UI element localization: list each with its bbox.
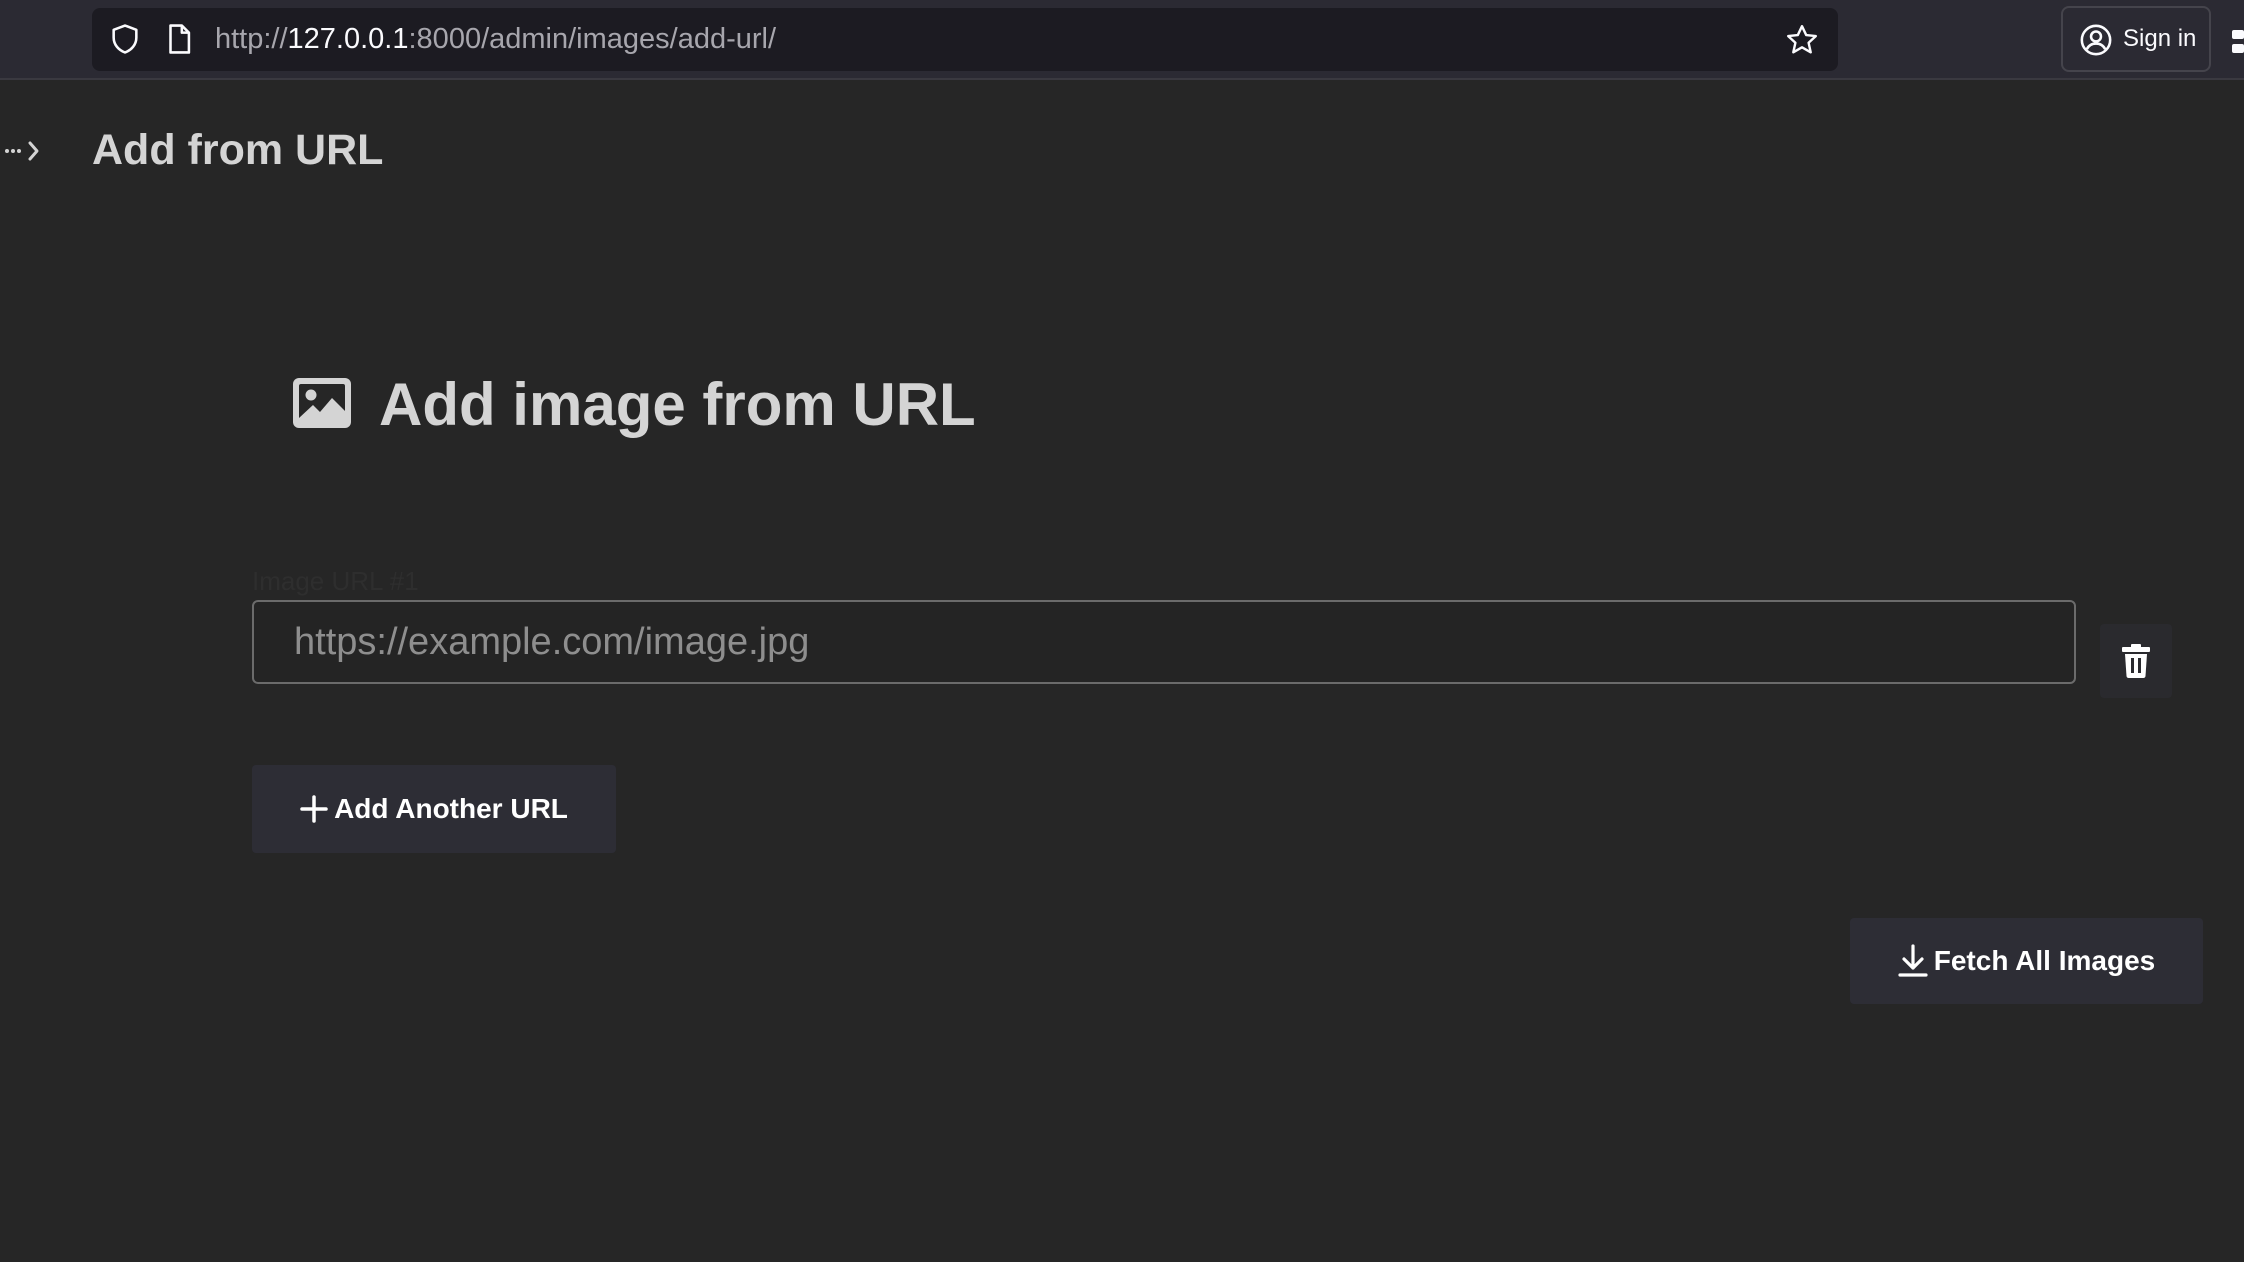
address-bar[interactable]: http://127.0.0.1:8000/admin/images/add-u… — [92, 8, 1838, 71]
delete-url-button[interactable] — [2100, 624, 2172, 698]
url-host: 127.0.0.1 — [287, 23, 409, 55]
overflow-icon[interactable] — [2232, 28, 2244, 56]
image-icon — [293, 378, 351, 428]
image-url-label: Image URL #1 — [252, 566, 419, 596]
user-icon — [2080, 24, 2112, 56]
shield-icon[interactable] — [108, 22, 142, 56]
add-another-url-label: Add Another URL — [334, 793, 568, 824]
fetch-all-images-label: Fetch All Images — [1933, 945, 2156, 976]
plus-icon — [300, 795, 328, 823]
star-icon[interactable] — [1784, 22, 1820, 58]
page-icon — [169, 24, 191, 54]
fetch-all-images-button[interactable]: Fetch All Images — [1850, 918, 2203, 1004]
browser-toolbar: http://127.0.0.1:8000/admin/images/add-u… — [0, 0, 2244, 80]
add-another-url-button[interactable]: Add Another URL — [252, 765, 616, 853]
url-path: :8000/admin/images/add-url/ — [408, 23, 777, 55]
sidebar-toggle-icon[interactable] — [4, 135, 42, 165]
sign-in-button[interactable]: Sign in — [2061, 6, 2211, 72]
download-icon — [1898, 944, 1928, 977]
section-heading-text: Add image from URL — [379, 371, 976, 438]
image-url-input[interactable] — [252, 600, 2076, 684]
page-title: Add from URL — [92, 126, 384, 174]
url-scheme: http:// — [215, 23, 288, 55]
trash-icon — [2122, 644, 2150, 678]
sign-in-label: Sign in — [2123, 25, 2197, 52]
url-text[interactable]: http://127.0.0.1:8000/admin/images/add-u… — [215, 8, 776, 71]
